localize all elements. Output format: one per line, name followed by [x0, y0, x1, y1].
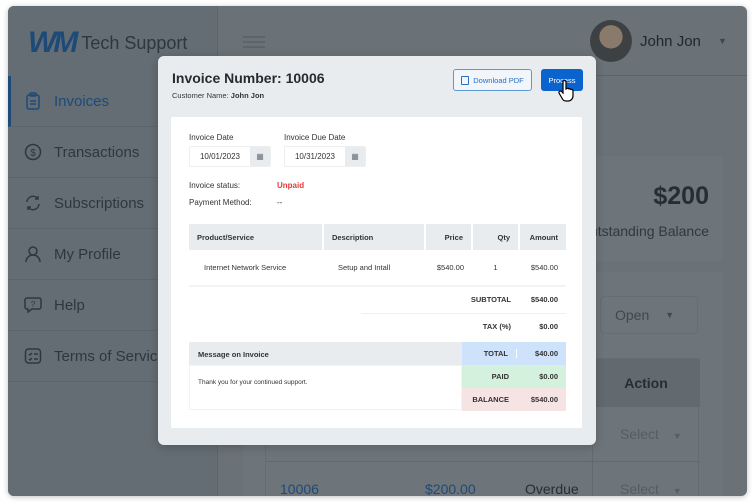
- chevron-down-icon[interactable]: ▼: [718, 36, 727, 46]
- tax-label: TAX (%): [482, 322, 511, 331]
- column-header: Product/Service: [189, 224, 324, 250]
- hand-cursor-icon: [558, 80, 574, 102]
- calendar-icon[interactable]: ▦: [250, 147, 270, 166]
- svg-text:$: $: [30, 148, 36, 159]
- menu-toggle-icon[interactable]: [243, 36, 265, 48]
- subtotal-label: SUBTOTAL: [470, 295, 511, 304]
- avatar[interactable]: [590, 20, 632, 62]
- invoice-details: Invoice Date 10/01/2023 ▦ Invoice Due Dat…: [171, 117, 582, 428]
- total-row: TOTAL $40.00: [462, 342, 566, 365]
- customer-name: Customer Name: John Jon: [172, 91, 265, 100]
- line-items-table: Product/Service Description Price Qty Am…: [189, 224, 566, 287]
- invoice-date-label: Invoice Date: [189, 133, 234, 142]
- checklist-icon: [24, 348, 42, 364]
- due-date-label: Invoice Due Date: [284, 133, 346, 142]
- sidebar-item-label: Transactions: [54, 143, 140, 161]
- dollar-circle-icon: $: [24, 143, 42, 161]
- sidebar-item-label: Terms of Service: [54, 347, 166, 365]
- logo: WM Tech Support: [28, 26, 187, 60]
- refresh-icon: [26, 195, 40, 211]
- cell-description: Setup and Intall: [338, 263, 391, 272]
- payment-method-value: --: [277, 198, 283, 207]
- invoice-modal: Invoice Number: 10006 Customer Name: Joh…: [158, 56, 596, 445]
- file-download-icon: [461, 75, 470, 85]
- column-header: Price: [425, 224, 473, 250]
- invoice-number-link[interactable]: 10006: [280, 481, 319, 496]
- brand-name: Tech Support: [81, 32, 188, 53]
- status-filter-value: Open: [615, 307, 650, 323]
- column-header: Description: [323, 224, 426, 250]
- action-select[interactable]: Select ▼: [620, 426, 682, 442]
- sidebar-item-label: My Profile: [54, 245, 121, 263]
- paid-row: PAID $0.00: [462, 365, 566, 388]
- cell-qty: 1: [493, 263, 498, 272]
- download-pdf-button[interactable]: Download PDF: [453, 69, 532, 91]
- column-header-action: Action: [592, 359, 700, 407]
- column-header: Qty: [472, 224, 520, 250]
- cell-product: Internet Network Service: [204, 263, 287, 272]
- status-label: Invoice status:: [189, 181, 241, 190]
- user-name[interactable]: John Jon: [640, 33, 701, 50]
- modal-title: Invoice Number: 10006: [172, 70, 325, 86]
- cell-price: $540.00: [436, 263, 464, 272]
- payment-method-label: Payment Method:: [189, 198, 252, 207]
- sidebar-item-label: Subscriptions: [54, 194, 145, 212]
- status-badge: Unpaid: [277, 181, 305, 190]
- invoice-status: Overdue: [525, 481, 579, 496]
- user-icon: [25, 246, 41, 263]
- calendar-icon[interactable]: ▦: [345, 147, 365, 166]
- invoice-message: Thank you for your continued support.: [189, 365, 462, 410]
- svg-text:?: ?: [31, 300, 36, 309]
- tax-value: $0.00: [539, 322, 558, 331]
- due-date-field[interactable]: 10/31/2023 ▦: [284, 146, 366, 167]
- balance-amount: $200: [653, 182, 709, 210]
- invoice-date-field[interactable]: 10/01/2023 ▦: [189, 146, 271, 167]
- action-select[interactable]: Select ▼: [620, 481, 682, 496]
- chevron-down-icon: ▼: [665, 310, 675, 320]
- sidebar-item-label: Help: [54, 296, 85, 314]
- balance-row: BALANCE $540.00: [462, 388, 566, 411]
- clipboard-icon: [26, 92, 40, 110]
- status-filter-select[interactable]: Open ▼: [600, 296, 698, 334]
- help-bubble-icon: ?: [24, 297, 42, 314]
- column-header: Amount: [519, 224, 566, 250]
- logo-mark: WM: [28, 26, 78, 59]
- table-row: Internet Network Service Setup and Intal…: [189, 250, 566, 286]
- balance-label: Outstanding Balance: [579, 223, 709, 239]
- sidebar-item-label: Invoices: [54, 92, 110, 110]
- invoice-amount: $200.00: [425, 481, 476, 496]
- cell-amount: $540.00: [530, 263, 558, 272]
- message-header: Message on Invoice: [189, 342, 462, 365]
- subtotal-value: $540.00: [530, 295, 558, 304]
